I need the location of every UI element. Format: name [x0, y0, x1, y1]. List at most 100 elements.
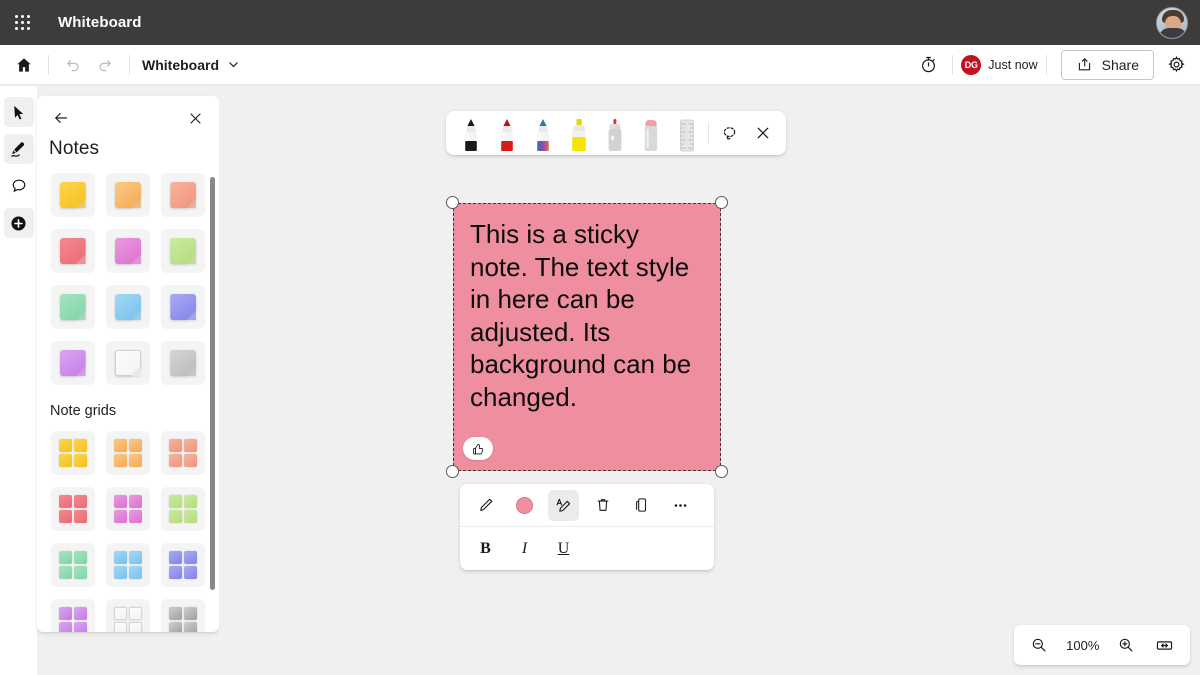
swatch-tile — [161, 431, 206, 475]
close-icon — [757, 127, 769, 139]
note-swatch-orange[interactable] — [100, 167, 155, 223]
note-grid-grid — [45, 425, 211, 632]
note-swatch-grey[interactable] — [156, 335, 211, 391]
sidebar-item-comment[interactable] — [4, 171, 34, 201]
pen-black-button[interactable] — [453, 113, 488, 153]
swatch-tile — [50, 285, 95, 329]
sidebar-item-ink[interactable] — [3, 134, 34, 164]
share-button-label: Share — [1101, 56, 1139, 73]
fit-to-screen-button[interactable] — [1150, 630, 1180, 660]
swatch-tile — [161, 285, 206, 329]
note-grid-swatch-blue[interactable] — [100, 537, 155, 593]
reaction-button[interactable] — [463, 437, 493, 460]
note-grid-swatch-yellow[interactable] — [45, 425, 100, 481]
lasso-select-button[interactable] — [713, 116, 746, 150]
presence-badge[interactable]: DG — [961, 54, 982, 75]
eraser-button[interactable] — [633, 113, 668, 153]
underline-button[interactable]: U — [548, 533, 579, 564]
note-grid-swatch-magenta[interactable] — [100, 481, 155, 537]
ink-spray-icon — [608, 119, 621, 151]
sidebar-item-create[interactable] — [3, 208, 34, 238]
share-button[interactable]: Share — [1060, 49, 1154, 80]
pen-red-button[interactable] — [489, 113, 524, 153]
sidebar-item-select[interactable] — [3, 97, 34, 127]
note-grid-icon — [113, 495, 142, 523]
note-swatch-magenta[interactable] — [100, 223, 155, 279]
gear-icon — [1167, 56, 1185, 73]
note-swatch-purple[interactable] — [45, 335, 100, 391]
text-style-icon — [556, 498, 571, 512]
zoom-out-button[interactable] — [1024, 630, 1054, 660]
notes-scrollbar-track[interactable] — [208, 167, 218, 632]
notes-panel-close-button[interactable] — [181, 104, 209, 132]
arrow-left-icon — [55, 113, 68, 123]
swatch-tile — [105, 431, 150, 475]
note-grid-swatch-grey[interactable] — [156, 593, 211, 632]
more-options-button[interactable] — [665, 490, 696, 521]
resize-handle-top-right[interactable] — [715, 196, 728, 209]
redo-button[interactable] — [89, 49, 121, 81]
note-grid-swatch-indigo[interactable] — [156, 537, 211, 593]
duplicate-button[interactable] — [626, 490, 657, 521]
chevron-down-icon — [229, 62, 238, 68]
settings-button[interactable] — [1160, 49, 1192, 81]
note-swatch-yellow[interactable] — [45, 167, 100, 223]
note-swatch-white[interactable] — [100, 335, 155, 391]
note-grid-swatch-red[interactable] — [45, 481, 100, 537]
highlighter-yellow-icon — [571, 119, 586, 151]
resize-handle-bottom-left[interactable] — [446, 465, 459, 478]
zoom-in-button[interactable] — [1111, 630, 1141, 660]
note-swatch-indigo[interactable] — [156, 279, 211, 335]
waffle-icon — [14, 15, 30, 30]
cursor-icon — [14, 105, 24, 119]
document-menu-button[interactable] — [227, 58, 240, 71]
ruler-button[interactable] — [669, 113, 704, 153]
share-icon — [1078, 58, 1090, 71]
zoom-in-icon — [1119, 638, 1133, 652]
notes-scrollbar-thumb[interactable] — [210, 177, 215, 590]
note-color-button[interactable] — [509, 490, 540, 521]
avatar[interactable] — [1156, 6, 1188, 39]
highlighter-yellow-button[interactable] — [561, 113, 596, 153]
note-swatch-red[interactable] — [45, 223, 100, 279]
undo-button[interactable] — [57, 49, 89, 81]
text-style-button[interactable] — [548, 489, 579, 521]
note-grid-swatch-light-green[interactable] — [156, 481, 211, 537]
note-swatch-peach[interactable] — [156, 167, 211, 223]
delete-button[interactable] — [587, 490, 618, 521]
tool-rail — [0, 86, 37, 675]
notes-panel-scroll-area[interactable]: Note grids — [37, 167, 219, 632]
home-button[interactable] — [8, 49, 40, 81]
resize-handle-top-left[interactable] — [446, 196, 459, 209]
whiteboard-canvas[interactable]: This is a sticky note. The text style in… — [219, 86, 1200, 675]
pen-rainbow-icon — [536, 119, 549, 151]
note-grid-swatch-white[interactable] — [100, 593, 155, 632]
zoom-level-label[interactable]: 100% — [1063, 638, 1103, 653]
app-launcher-button[interactable] — [0, 0, 44, 45]
bold-button[interactable]: B — [470, 533, 501, 564]
ink-toolbar-close-button[interactable] — [746, 116, 779, 150]
italic-button[interactable]: I — [509, 533, 540, 564]
note-swatch-blue[interactable] — [100, 279, 155, 335]
note-grid-swatch-peach[interactable] — [156, 425, 211, 481]
comment-icon — [12, 179, 25, 193]
ink-spray-button[interactable] — [597, 113, 632, 153]
notes-panel-back-button[interactable] — [47, 104, 75, 132]
note-grid-swatch-orange[interactable] — [100, 425, 155, 481]
note-grid-swatch-purple[interactable] — [45, 593, 100, 632]
timer-button[interactable] — [912, 49, 944, 81]
sticky-note-selection[interactable]: This is a sticky note. The text style in… — [446, 196, 728, 478]
sticky-note[interactable]: This is a sticky note. The text style in… — [453, 203, 721, 471]
pen-rainbow-button[interactable] — [525, 113, 560, 153]
note-grid-swatch-green[interactable] — [45, 537, 100, 593]
resize-handle-bottom-right[interactable] — [715, 465, 728, 478]
note-swatch-green[interactable] — [45, 279, 100, 335]
swatch-tile — [105, 285, 150, 329]
note-grid-icon — [113, 607, 142, 632]
note-color-grid — [45, 167, 211, 391]
sticky-note-text[interactable]: This is a sticky note. The text style in… — [470, 218, 704, 413]
edit-button[interactable] — [470, 490, 501, 521]
divider — [48, 54, 49, 75]
note-swatch-light-green[interactable] — [156, 223, 211, 279]
swatch-tile — [105, 543, 150, 587]
